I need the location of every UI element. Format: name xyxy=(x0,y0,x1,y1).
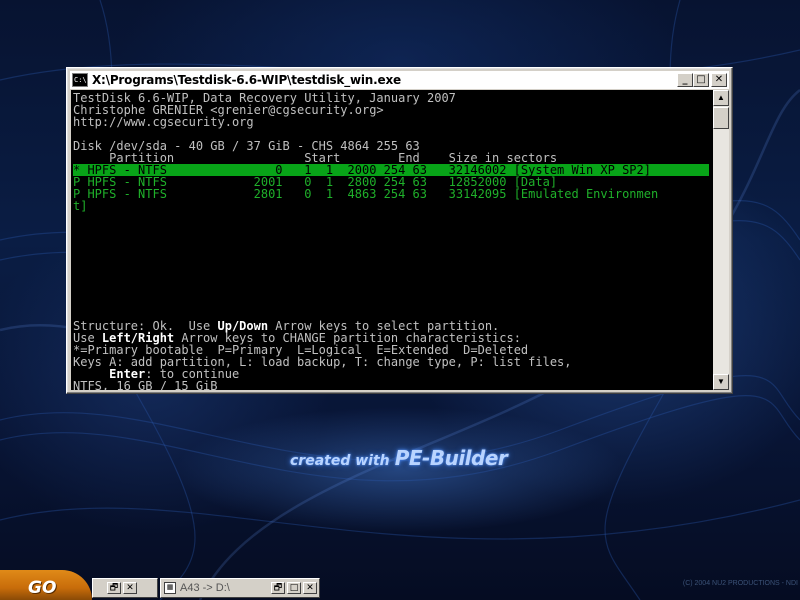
close-icon[interactable]: ✕ xyxy=(123,582,137,594)
pe-builder-logo: created with PE-Builder xyxy=(290,446,530,476)
partition-row-wrap: t] xyxy=(73,199,88,213)
vertical-scrollbar[interactable]: ▲ ▼ xyxy=(713,90,729,390)
scroll-thumb[interactable] xyxy=(713,107,729,129)
scroll-up-button[interactable]: ▲ xyxy=(713,90,729,106)
window-titlebar[interactable]: C:\ X:\Programs\Testdisk-6.6-WIP\testdis… xyxy=(70,71,729,89)
close-icon[interactable]: ✕ xyxy=(303,582,317,594)
maximize-icon[interactable]: □ xyxy=(287,582,301,594)
a43-app-icon: ▦ xyxy=(164,582,176,594)
partition-row[interactable]: P HPFS - NTFS 2801 0 1 4863 254 63 33142… xyxy=(73,188,658,200)
restore-icon[interactable]: 🗗 xyxy=(271,582,285,594)
console-window[interactable]: C:\ X:\Programs\Testdisk-6.6-WIP\testdis… xyxy=(66,67,733,394)
console-app-icon[interactable]: C:\ xyxy=(72,73,88,87)
copyright-text: (C) 2004 NU2 PRODUCTIONS - NDI xyxy=(682,580,798,587)
close-button[interactable]: ✕ xyxy=(711,73,727,87)
status-line: NTFS, 16 GB / 15 GiB xyxy=(73,379,218,390)
window-title: X:\Programs\Testdisk-6.6-WIP\testdisk_wi… xyxy=(92,73,401,87)
scroll-down-button[interactable]: ▼ xyxy=(713,374,729,390)
minimize-button[interactable]: _ xyxy=(677,73,693,87)
logo-big-text: PE-Builder xyxy=(394,446,508,470)
console-output[interactable]: TestDisk 6.6-WIP, Data Recovery Utility,… xyxy=(71,90,713,390)
taskbar-item-label: A43 -> D:\ xyxy=(180,582,230,594)
header-line: http://www.cgsecurity.org xyxy=(73,115,254,129)
restore-icon[interactable]: 🗗 xyxy=(107,582,121,594)
taskbar-item-a43[interactable]: ▦ A43 -> D:\ 🗗 □ ✕ xyxy=(160,578,320,598)
logo-small-text: created with xyxy=(290,453,390,469)
maximize-button[interactable]: □ xyxy=(693,73,709,87)
go-label[interactable]: GO xyxy=(28,578,56,598)
taskbar-item-console[interactable]: 🗗 ✕ xyxy=(92,578,158,598)
